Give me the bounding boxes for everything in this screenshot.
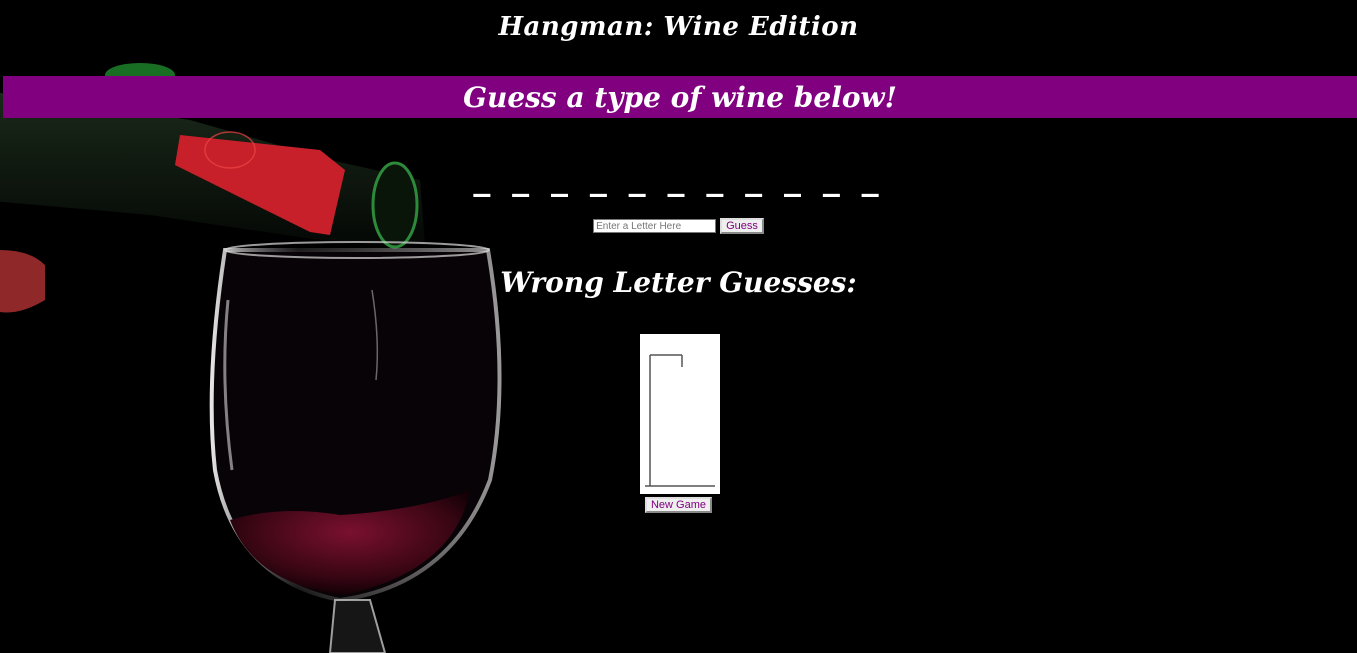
new-game-button[interactable]: New Game [644,497,713,513]
wrong-guesses-list [0,306,1357,322]
hangman-page: Hangman: Wine Edition Guess a type of wi… [0,0,1357,653]
letter-input[interactable] [593,219,717,233]
page-title: Hangman: Wine Edition [498,12,859,42]
guess-form: Guess [0,218,1357,234]
instruction-banner: Guess a type of wine below! [3,76,1357,118]
wrong-guesses-heading: Wrong Letter Guesses: [500,266,857,299]
hangman-canvas [640,334,720,494]
guess-button[interactable]: Guess [720,218,764,234]
new-game-row: New Game [0,497,1357,513]
word-blanks: _ _ _ _ _ _ _ _ _ _ _ [473,158,884,198]
wine-glass-stem [328,599,387,653]
gallows-drawing [645,354,715,487]
